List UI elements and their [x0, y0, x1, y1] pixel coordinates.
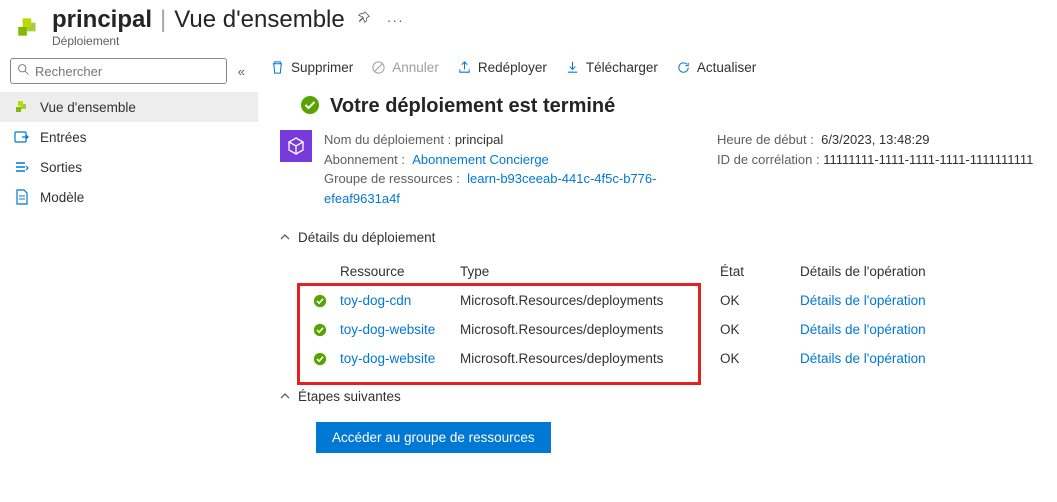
status-cell: OK: [720, 322, 800, 337]
main-panel: Supprimer Annuler Redéployer Télécharger…: [258, 48, 1057, 502]
status-row: Votre déploiement est terminé: [266, 87, 1057, 130]
chevron-up-icon: [280, 231, 290, 245]
deployment-name-value: principal: [455, 132, 503, 147]
page-section: Vue d'ensemble: [174, 6, 344, 34]
operation-details-link[interactable]: Détails de l'opération: [800, 351, 1020, 366]
status-cell: OK: [720, 351, 800, 366]
page-header: principal | Vue d'ensemble ··· Déploieme…: [0, 0, 1057, 48]
resource-link[interactable]: toy-dog-cdn: [340, 293, 460, 308]
sidebar: « Vue d'ensemble Entrées Sorties Modèle: [0, 48, 258, 502]
col-details: Détails de l'opération: [800, 264, 1020, 279]
status-title: Votre déploiement est terminé: [330, 95, 615, 118]
more-icon[interactable]: ···: [383, 8, 408, 32]
success-icon: [300, 95, 320, 118]
package-icon: [280, 130, 312, 162]
resource-group-label: Groupe de ressources :: [324, 171, 460, 186]
sidebar-item-outputs[interactable]: Sorties: [0, 152, 258, 182]
download-button[interactable]: Télécharger: [565, 60, 658, 75]
search-input[interactable]: [35, 64, 220, 79]
pin-icon[interactable]: [353, 7, 375, 33]
sidebar-item-label: Sorties: [40, 160, 82, 175]
status-cell: OK: [720, 293, 800, 308]
subscription-link[interactable]: Abonnement Concierge: [412, 152, 549, 167]
sidebar-item-template[interactable]: Modèle: [0, 182, 258, 212]
title-separator: |: [160, 6, 166, 34]
deployment-table: Ressource Type État Détails de l'opérati…: [300, 257, 1020, 373]
start-time-label: Heure de début :: [717, 132, 814, 147]
details-header[interactable]: Détails du déploiement: [266, 222, 1057, 251]
cancel-button: Annuler: [371, 60, 439, 75]
outputs-icon: [14, 159, 30, 175]
table-header: Ressource Type État Détails de l'opérati…: [300, 257, 1020, 286]
sidebar-item-label: Modèle: [40, 190, 84, 205]
subscription-label: Abonnement :: [324, 152, 405, 167]
overview-icon: [14, 99, 30, 115]
sidebar-item-overview[interactable]: Vue d'ensemble: [0, 92, 258, 122]
type-cell: Microsoft.Resources/deployments: [460, 322, 720, 337]
type-cell: Microsoft.Resources/deployments: [460, 293, 720, 308]
next-steps-header[interactable]: Étapes suivantes: [266, 373, 1057, 414]
start-time-value: 6/3/2023, 13:48:29: [821, 132, 929, 147]
row-status-icon: [300, 294, 340, 308]
refresh-button[interactable]: Actualiser: [676, 60, 756, 75]
page-subtitle: Déploiement: [52, 34, 408, 48]
resource-link[interactable]: toy-dog-website: [340, 322, 460, 337]
operation-details-link[interactable]: Détails de l'opération: [800, 293, 1020, 308]
deployment-icon: [14, 13, 42, 41]
page-title: principal: [52, 6, 152, 34]
sidebar-item-inputs[interactable]: Entrées: [0, 122, 258, 152]
table-row: toy-dog-website Microsoft.Resources/depl…: [300, 315, 1020, 344]
chevron-up-icon: [280, 389, 290, 404]
row-status-icon: [300, 323, 340, 337]
deployment-name-label: Nom du déploiement :: [324, 132, 451, 147]
sidebar-item-label: Vue d'ensemble: [40, 100, 136, 115]
delete-button[interactable]: Supprimer: [270, 60, 353, 75]
correlation-label: ID de corrélation :: [717, 152, 820, 167]
deployment-meta: Nom du déploiement : principal Abonnemen…: [266, 130, 1057, 208]
col-type: Type: [460, 264, 720, 279]
collapse-icon[interactable]: «: [235, 61, 248, 82]
table-row: toy-dog-website Microsoft.Resources/depl…: [300, 344, 1020, 373]
resource-link[interactable]: toy-dog-website: [340, 351, 460, 366]
type-cell: Microsoft.Resources/deployments: [460, 351, 720, 366]
sidebar-item-label: Entrées: [40, 130, 87, 145]
correlation-value: 11111111-1111-1111-1111-1111111111: [823, 152, 1033, 167]
template-icon: [14, 189, 30, 205]
col-resource: Ressource: [300, 264, 460, 279]
go-to-resource-group-button[interactable]: Accéder au groupe de ressources: [316, 422, 551, 453]
inputs-icon: [14, 129, 30, 145]
col-status: État: [720, 264, 800, 279]
redeploy-button[interactable]: Redéployer: [457, 60, 547, 75]
table-row: toy-dog-cdn Microsoft.Resources/deployme…: [300, 286, 1020, 315]
search-box[interactable]: [10, 58, 227, 84]
operation-details-link[interactable]: Détails de l'opération: [800, 322, 1020, 337]
toolbar: Supprimer Annuler Redéployer Télécharger…: [266, 58, 1057, 87]
search-icon: [17, 63, 30, 79]
row-status-icon: [300, 352, 340, 366]
